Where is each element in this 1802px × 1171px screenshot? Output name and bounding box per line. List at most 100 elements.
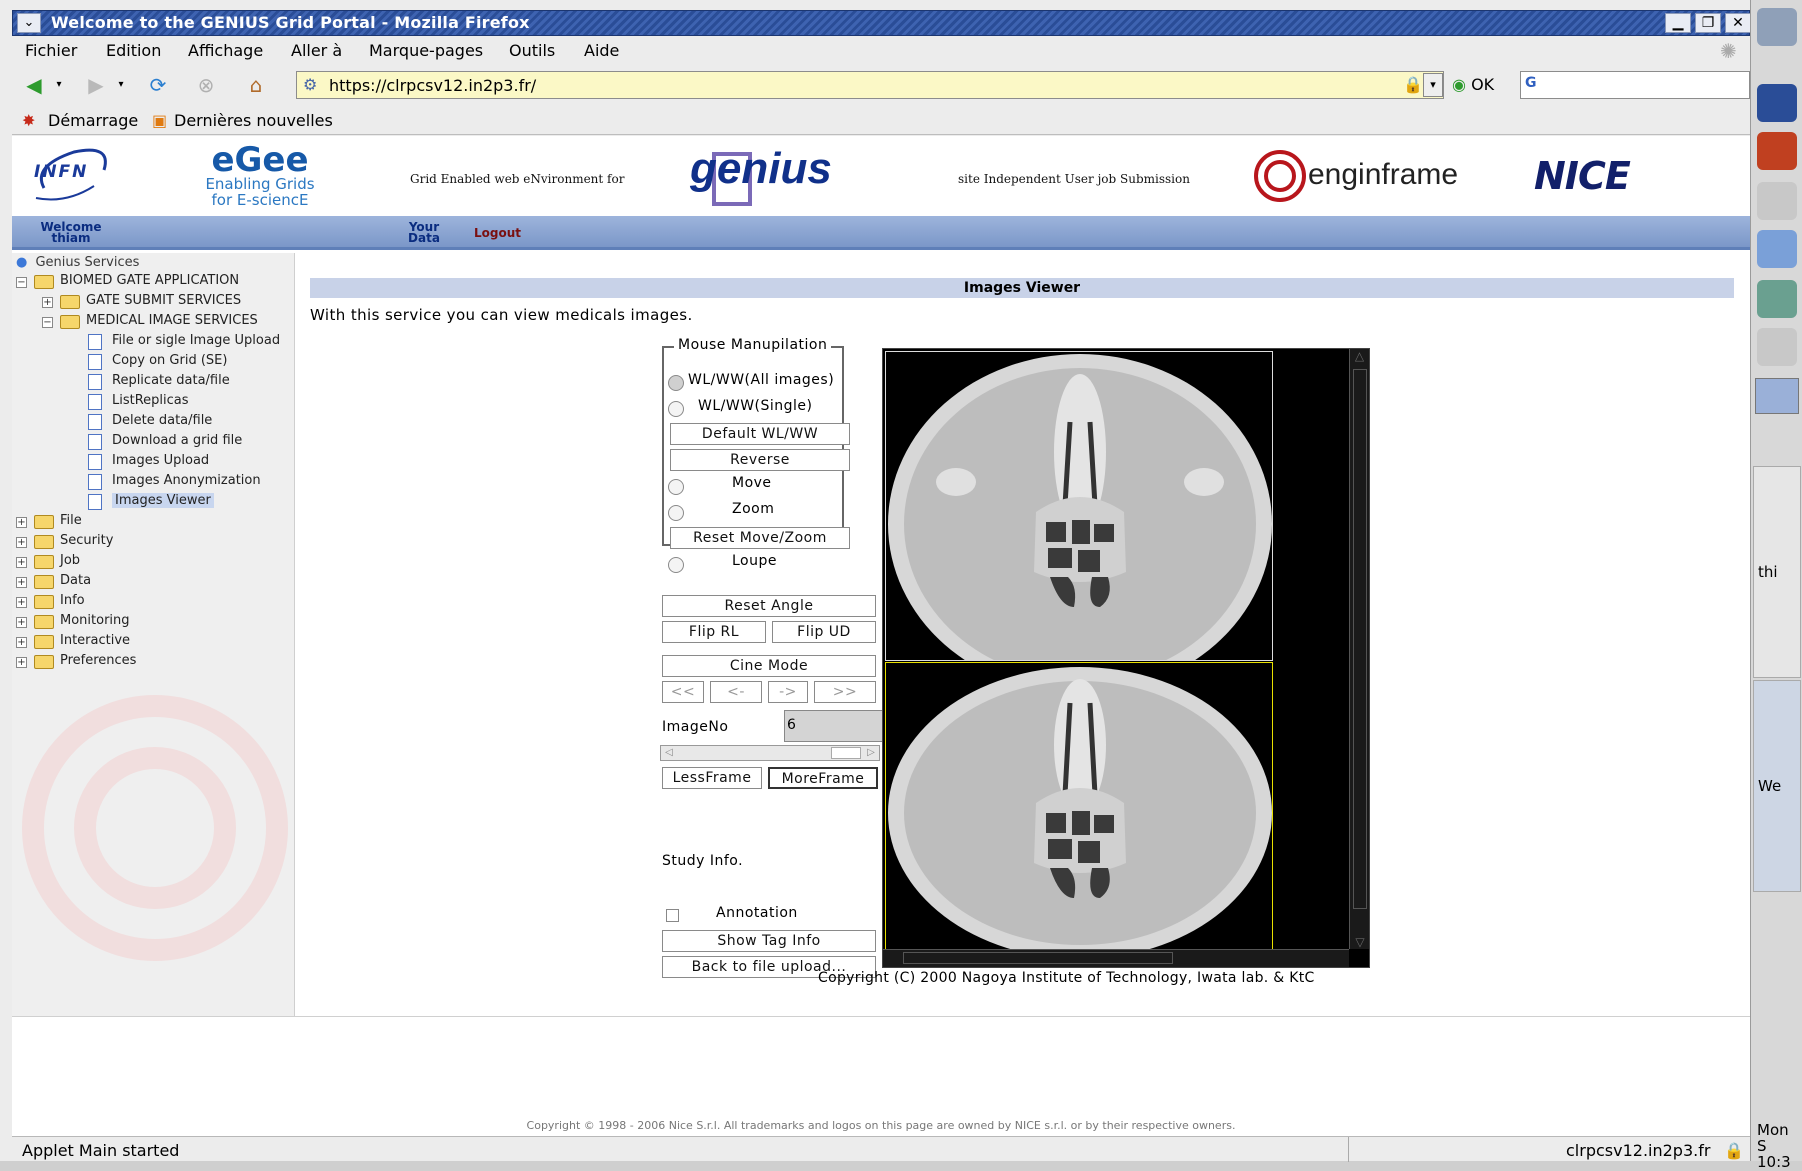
horizontal-scroll-thumb[interactable] <box>903 952 1173 964</box>
tree-folder[interactable]: File <box>60 513 82 528</box>
expand-folder-icon[interactable]: + <box>16 637 27 648</box>
menu-aller[interactable]: Aller à <box>291 41 342 60</box>
menu-edition[interactable]: Edition <box>106 41 161 60</box>
forward-dropdown-icon[interactable]: ▾ <box>114 70 128 100</box>
tree-gate-submit[interactable]: GATE SUBMIT SERVICES <box>86 293 241 308</box>
bookmark-demarrage[interactable]: Démarrage <box>48 111 138 130</box>
tree-folder[interactable]: Info <box>60 593 85 608</box>
tree-medical-item[interactable]: File or sigle Image Upload <box>112 333 280 348</box>
ct-image-1[interactable] <box>885 351 1273 661</box>
tree-medical-item[interactable]: Download a grid file <box>112 433 242 448</box>
expand-folder-icon[interactable]: + <box>16 557 27 568</box>
maximize-button[interactable]: ❐ <box>1695 13 1721 33</box>
frame-scrollbar[interactable]: ◁ ▷ <box>660 745 880 761</box>
logout-link[interactable]: Logout <box>474 227 521 239</box>
expand-folder-icon[interactable]: + <box>16 537 27 548</box>
url-dropdown-icon[interactable]: ▾ <box>1423 73 1443 97</box>
viewer-vertical-scrollbar[interactable]: △ ▽ <box>1349 349 1369 949</box>
back-arrow-icon[interactable]: ◀ <box>18 70 50 100</box>
scroll-thumb[interactable] <box>831 747 861 759</box>
editor-icon[interactable] <box>1757 182 1797 220</box>
image-viewer-panel[interactable]: △ ▽ <box>882 348 1370 968</box>
tree-folder[interactable]: Interactive <box>60 633 130 648</box>
forward-arrow-icon[interactable]: ▶ <box>80 70 112 100</box>
viewer-horizontal-scrollbar[interactable] <box>883 949 1349 967</box>
tree-root[interactable]: ● Genius Services <box>16 255 139 270</box>
default-wl-button[interactable]: Default WL/WW <box>670 423 850 445</box>
show-tag-info-button[interactable]: Show Tag Info <box>662 930 876 952</box>
tree-medical-item[interactable]: Images Upload <box>112 453 209 468</box>
ct-image-2[interactable] <box>885 662 1273 966</box>
reset-move-zoom-button[interactable]: Reset Move/Zoom <box>670 527 850 549</box>
tree-folder[interactable]: Monitoring <box>60 613 130 628</box>
loupe-radio[interactable] <box>668 557 684 573</box>
close-button[interactable]: ✕ <box>1725 13 1751 33</box>
expand-folder-icon[interactable]: + <box>16 657 27 668</box>
mozilla-icon[interactable] <box>1757 132 1797 170</box>
expand-folder-icon[interactable]: + <box>16 517 27 528</box>
window-menu-button[interactable]: ⌄ <box>17 13 41 33</box>
home-icon[interactable]: ⌂ <box>240 70 272 100</box>
cine-first-button[interactable]: << <box>662 681 704 703</box>
printer-icon[interactable] <box>1757 328 1797 366</box>
menu-aide[interactable]: Aide <box>584 41 619 60</box>
menu-outils[interactable]: Outils <box>509 41 555 60</box>
tree-medical-item[interactable]: Copy on Grid (SE) <box>112 353 227 368</box>
menu-marque-pages[interactable]: Marque-pages <box>369 41 483 60</box>
flip-ud-button[interactable]: Flip UD <box>772 621 876 643</box>
cine-prev-button[interactable]: <- <box>710 681 762 703</box>
task-welcome[interactable]: We <box>1753 680 1801 892</box>
files-icon[interactable] <box>1757 280 1797 318</box>
tree-medical-item[interactable]: Images Viewer <box>112 493 214 508</box>
workspace-switcher[interactable] <box>1755 378 1799 414</box>
chart-icon[interactable] <box>1757 230 1797 268</box>
minimize-button[interactable]: ▁ <box>1665 13 1691 33</box>
wl-single-radio[interactable] <box>668 401 684 417</box>
move-radio[interactable] <box>668 479 684 495</box>
expand-folder-icon[interactable]: + <box>16 617 27 628</box>
cine-next-button[interactable]: -> <box>768 681 808 703</box>
menu-fichier[interactable]: Fichier <box>25 41 77 60</box>
scroll-up-arrow-icon[interactable]: △ <box>1350 349 1369 363</box>
tree-medical-item[interactable]: ListReplicas <box>112 393 189 408</box>
wl-all-radio[interactable] <box>668 375 684 391</box>
go-button[interactable]: ◉ OK <box>1452 75 1494 94</box>
image-no-field[interactable]: 6 <box>784 710 896 742</box>
reload-icon[interactable]: ⟳ <box>142 70 174 100</box>
tree-medical-item[interactable]: Images Anonymization <box>112 473 261 488</box>
stop-icon[interactable]: ⊗ <box>190 70 222 100</box>
task-thiam[interactable]: thi <box>1753 466 1801 678</box>
url-bar[interactable]: ⚙ https://clrpcsv12.in2p3.fr/ 🔒 ▾ <box>296 71 1444 99</box>
tree-folder[interactable]: Security <box>60 533 113 548</box>
less-frame-button[interactable]: LessFrame <box>662 767 762 789</box>
your-data-link[interactable]: Your Data <box>406 221 442 244</box>
more-frame-button[interactable]: MoreFrame <box>768 767 878 789</box>
reverse-button[interactable]: Reverse <box>670 449 850 471</box>
scroll-right-arrow-icon[interactable]: ▷ <box>863 746 879 760</box>
scroll-down-arrow-icon[interactable]: ▽ <box>1350 935 1370 949</box>
tree-folder[interactable]: Data <box>60 573 91 588</box>
collapse-medical-icon[interactable]: − <box>42 317 53 328</box>
expand-gate-icon[interactable]: + <box>42 297 53 308</box>
cine-last-button[interactable]: >> <box>814 681 876 703</box>
tree-medical-item[interactable]: Replicate data/file <box>112 373 230 388</box>
zoom-radio[interactable] <box>668 505 684 521</box>
tree-medical-item[interactable]: Delete data/file <box>112 413 212 428</box>
panel-app-icon[interactable] <box>1757 8 1797 46</box>
scroll-left-arrow-icon[interactable]: ◁ <box>661 746 677 760</box>
terminal-icon[interactable] <box>1757 84 1797 122</box>
tree-medical-images[interactable]: MEDICAL IMAGE SERVICES <box>86 313 258 328</box>
menu-affichage[interactable]: Affichage <box>188 41 263 60</box>
flip-rl-button[interactable]: Flip RL <box>662 621 766 643</box>
collapse-app-icon[interactable]: − <box>16 277 27 288</box>
reset-angle-button[interactable]: Reset Angle <box>662 595 876 617</box>
vertical-scroll-thumb[interactable] <box>1353 369 1367 909</box>
tree-biomed-app[interactable]: BIOMED GATE APPLICATION <box>60 273 239 288</box>
cine-mode-button[interactable]: Cine Mode <box>662 655 876 677</box>
tree-folder[interactable]: Job <box>60 553 80 568</box>
expand-folder-icon[interactable]: + <box>16 577 27 588</box>
search-input[interactable]: G <box>1520 71 1750 99</box>
back-dropdown-icon[interactable]: ▾ <box>52 70 66 100</box>
tree-folder[interactable]: Preferences <box>60 653 136 668</box>
annotation-checkbox[interactable] <box>666 909 679 922</box>
